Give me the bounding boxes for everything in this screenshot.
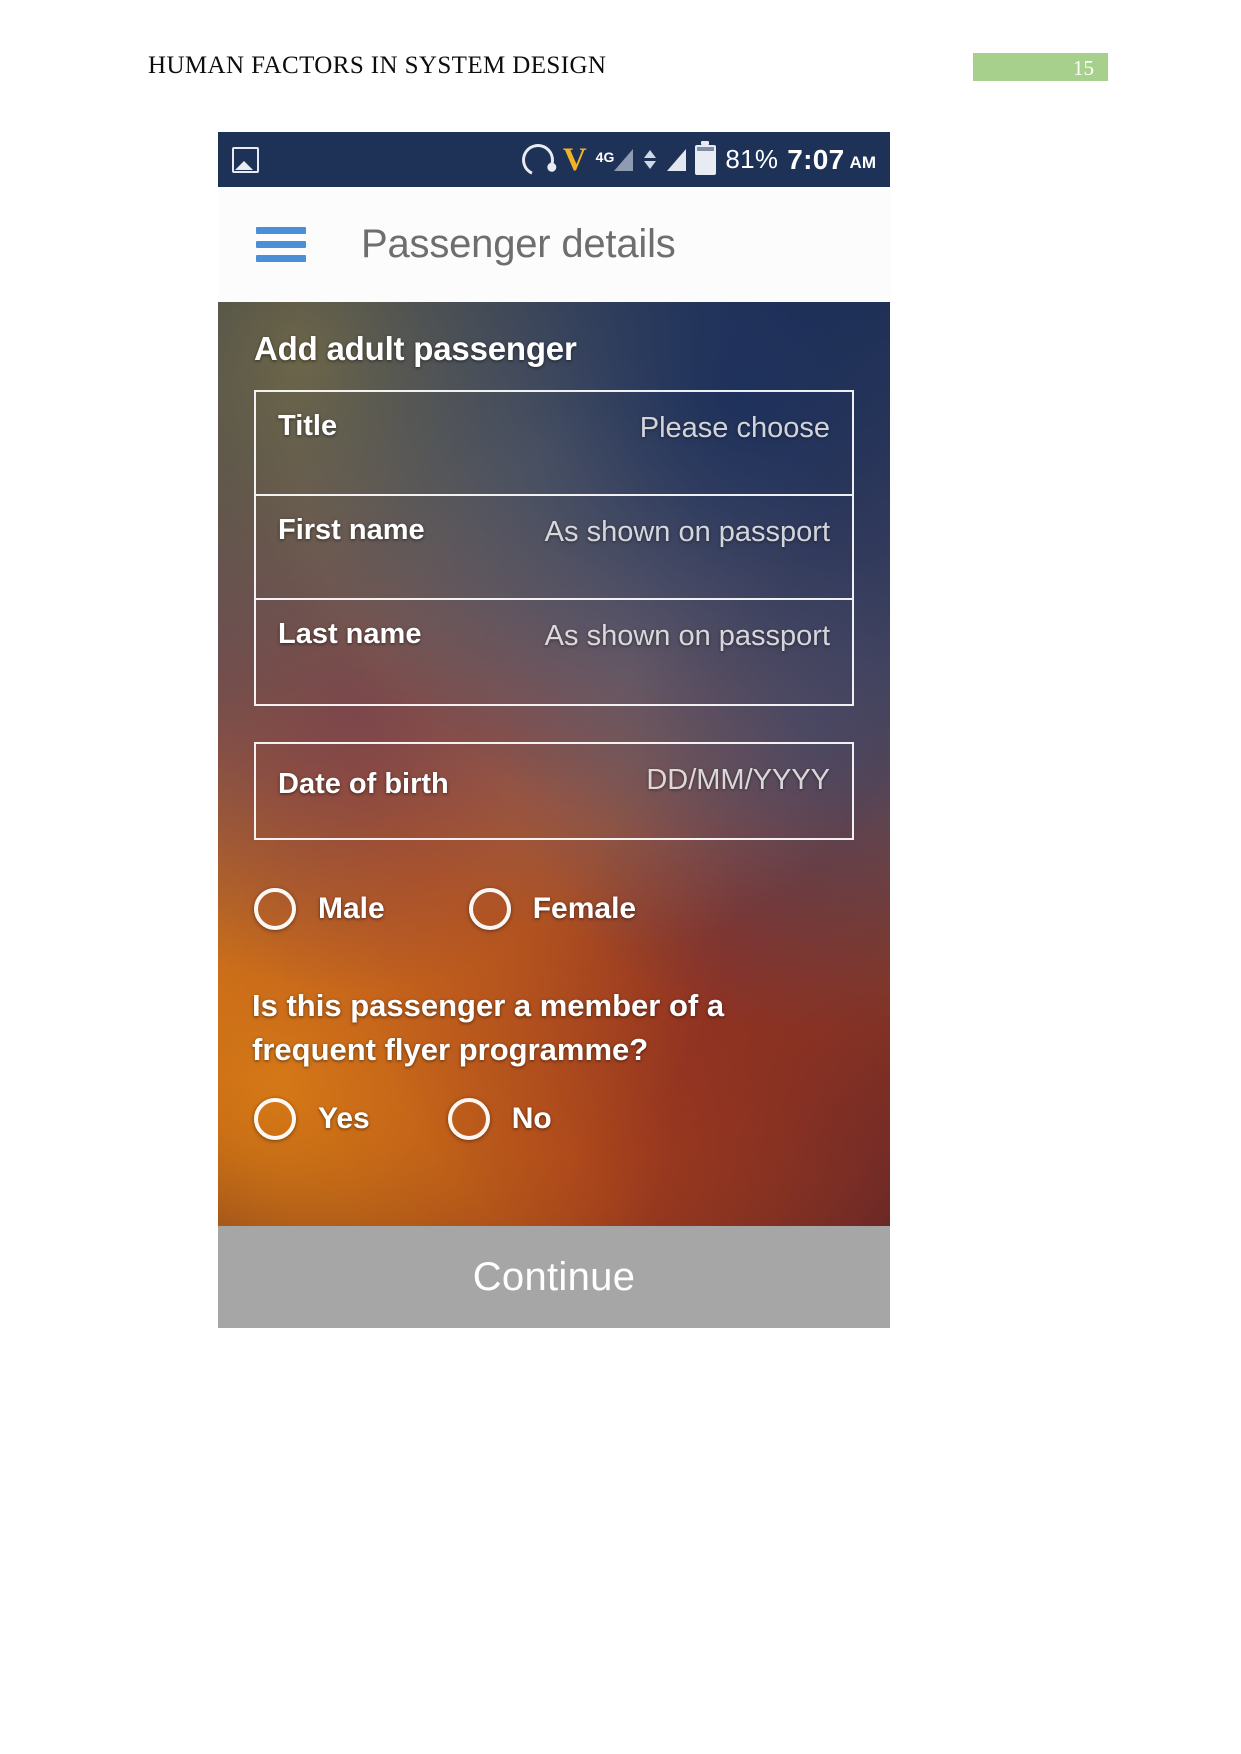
field-first-name-value: As shown on passport	[544, 516, 830, 548]
status-bar-right-icons: V 4G 81% 7:07 AM	[517, 138, 876, 181]
radio-circle-icon	[254, 1098, 296, 1140]
network-type-label: 4G	[595, 148, 615, 165]
hamburger-menu-icon[interactable]	[256, 227, 306, 262]
phone-screenshot: V 4G 81% 7:07 AM Passenger details Add a…	[218, 132, 890, 1328]
radio-circle-icon	[468, 888, 511, 930]
signal-icon	[614, 148, 634, 171]
page-number-badge: 15	[973, 53, 1108, 81]
app-bar: Passenger details	[218, 187, 890, 302]
field-title[interactable]: Title Please choose	[256, 392, 852, 496]
field-date-of-birth-label: Date of birth	[278, 768, 449, 800]
status-bar: V 4G 81% 7:07 AM	[218, 132, 890, 187]
battery-percent-label: 81%	[725, 144, 779, 174]
gallery-icon	[232, 146, 259, 173]
radio-circle-icon	[447, 1098, 490, 1140]
clock-time: 7:07	[787, 143, 845, 175]
continue-button-label: Continue	[472, 1254, 636, 1299]
battery-icon	[695, 140, 717, 175]
gender-radio-group: Male Female	[254, 888, 636, 930]
passenger-fields-group: Title Please choose First name As shown …	[254, 390, 854, 706]
clock-meridiem: AM	[849, 152, 876, 172]
field-date-of-birth[interactable]: Date of birth DD/MM/YYYY	[254, 742, 854, 840]
viber-icon: V	[562, 141, 587, 178]
field-date-of-birth-value: DD/MM/YYYY	[646, 764, 830, 796]
document-header-title: HUMAN FACTORS IN SYSTEM DESIGN	[148, 52, 607, 79]
field-last-name[interactable]: Last name As shown on passport	[256, 600, 852, 704]
signal-group: 4G	[595, 148, 634, 171]
field-first-name[interactable]: First name As shown on passport	[256, 496, 852, 600]
headset-icon	[517, 138, 559, 181]
radio-option-no[interactable]: No	[447, 1098, 552, 1140]
radio-option-yes[interactable]: Yes	[254, 1098, 370, 1140]
radio-option-yes-label: Yes	[318, 1102, 370, 1135]
field-last-name-label: Last name	[278, 618, 422, 650]
radio-option-male[interactable]: Male	[254, 888, 385, 930]
radio-option-no-label: No	[511, 1102, 552, 1135]
field-first-name-label: First name	[278, 514, 425, 546]
frequent-flyer-question: Is this passenger a member of a frequent…	[252, 988, 725, 1067]
field-title-value: Please choose	[639, 412, 830, 444]
page-title: Passenger details	[361, 222, 676, 266]
data-transfer-icon	[644, 150, 657, 169]
passenger-form-card: Add adult passenger Title Please choose …	[218, 302, 890, 1226]
field-title-label: Title	[278, 410, 338, 442]
radio-option-male-label: Male	[318, 892, 385, 925]
card-title: Add adult passenger	[254, 330, 577, 367]
field-last-name-value: As shown on passport	[544, 620, 830, 652]
document-header: HUMAN FACTORS IN SYSTEM DESIGN 15	[0, 0, 1241, 110]
page-number: 15	[1073, 56, 1094, 80]
continue-button[interactable]: Continue	[218, 1226, 890, 1328]
radio-option-female-label: Female	[532, 892, 637, 925]
radio-circle-icon	[254, 888, 296, 930]
status-bar-left-icons	[232, 146, 259, 173]
frequent-flyer-radio-group: Yes No	[254, 1098, 552, 1140]
signal-icon-2	[667, 148, 687, 171]
radio-option-female[interactable]: Female	[468, 888, 637, 930]
